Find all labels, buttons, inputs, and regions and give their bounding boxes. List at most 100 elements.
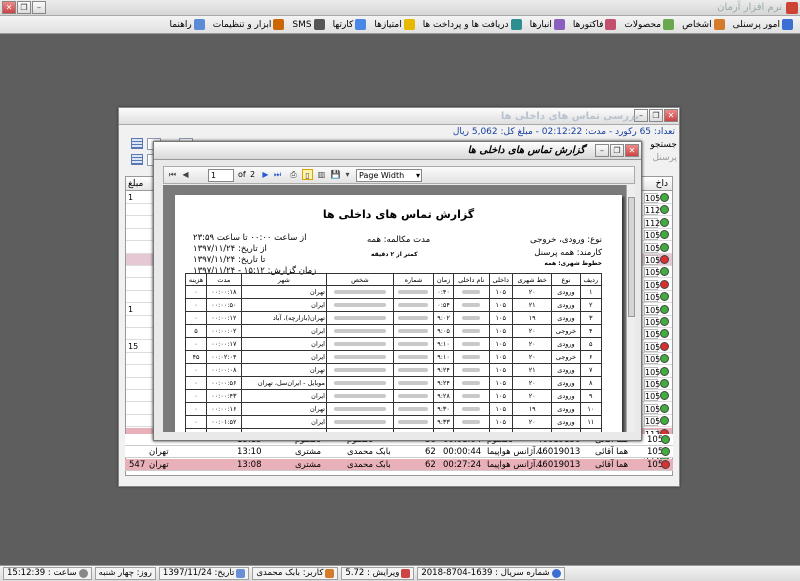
window-controls: ✕ ❐ – — [2, 1, 46, 14]
report-cell: ۰ — [184, 298, 208, 312]
report-cell: ۱۰۵ — [488, 311, 513, 325]
report-cell: ۰ — [184, 389, 208, 403]
status-bar: ساعت : 15:12:39 روز: چهار شنبه تاریخ: 13… — [0, 565, 800, 581]
report-cell: ۲۰ — [511, 285, 553, 299]
cell-type: مشتری — [295, 459, 322, 470]
menu-item-1[interactable]: اشخاص — [678, 17, 728, 33]
cell-name: آژانس هواپیما... — [487, 459, 544, 470]
status-user: کاربر: بابک محمدی — [252, 567, 339, 580]
menu-item-9[interactable]: ابزار و تنظیمات — [209, 17, 289, 33]
report-vertical-scrollbar[interactable] — [626, 185, 635, 432]
report-cell: ۰۰:۰۲:۰۴ — [206, 350, 242, 364]
cell-code: 62 — [425, 447, 436, 458]
form-close-button[interactable]: ✕ — [664, 109, 678, 122]
report-cell: ۰ — [184, 402, 208, 416]
cell-dur: 00:27:24 — [443, 459, 482, 470]
grid-export-icon[interactable] — [131, 154, 143, 165]
menu-item-label: ابزار و تنظیمات — [212, 19, 272, 30]
report-row: ۱۰ ورودی ۱۹ ۱۰۵ ۹:۳۰ تهران ۰۰:۰۰:۱۶ ۰ — [184, 402, 603, 416]
status-date: تاریخ: 1397/11/24 — [158, 567, 250, 580]
print-icon[interactable]: ⎙ — [288, 169, 299, 180]
col-ext-header[interactable]: داخ — [656, 179, 668, 189]
report-window-controls: – ❐ ✕ — [595, 144, 639, 157]
report-viewer[interactable]: گزارش تماس های داخلی ها از ساعت ۰۰:۰۰ تا… — [163, 185, 635, 432]
report-page: گزارش تماس های داخلی ها از ساعت ۰۰:۰۰ تا… — [175, 195, 622, 432]
menu-item-6[interactable]: امتیازها — [370, 17, 418, 33]
status-time-text: ساعت : 15:12:39 — [7, 568, 77, 578]
status-green-icon — [660, 379, 669, 388]
menu-item-5[interactable]: دریافت ها و پرداخت ها — [419, 17, 526, 33]
last-page-icon[interactable]: ⏭ — [272, 169, 283, 180]
status-green-icon — [660, 416, 669, 426]
report-cell: ورودی — [551, 376, 581, 390]
report-cell: ایران — [240, 298, 327, 312]
minimize-button[interactable]: – — [32, 1, 46, 14]
report-cell-redacted — [325, 298, 394, 312]
save-icon[interactable]: 💾 — [330, 169, 341, 180]
report-cell: ۰:۵۴ — [433, 298, 454, 312]
menu-item-10[interactable]: راهنما — [165, 17, 208, 33]
menu-item-icon — [273, 19, 285, 30]
save-dropdown-icon[interactable]: ▾ — [342, 169, 353, 180]
cell-time: 13:10 — [237, 447, 262, 458]
page-total: 2 — [250, 170, 256, 179]
menu-item-0[interactable]: امور پرسنلی — [729, 17, 797, 33]
menu-item-label: دریافت ها و پرداخت ها — [422, 19, 509, 30]
status-serial: شماره سریال : 1639-8704-2018 — [417, 567, 565, 580]
menu-item-3[interactable]: فاکتورها — [569, 17, 621, 33]
ext-number: 105 — [644, 193, 661, 203]
col-amount-header[interactable]: مبلغ — [128, 179, 143, 189]
menu-item-icon — [605, 19, 617, 30]
page-number-input[interactable]: 1 — [208, 169, 234, 182]
cell-caller: هما آقائی — [595, 459, 629, 470]
report-col-header: خط شهری — [511, 273, 553, 286]
menu-item-8[interactable]: SMS — [288, 17, 328, 33]
report-cell-redacted — [392, 337, 435, 351]
report-cell-redacted — [453, 376, 490, 390]
scrollbar-thumb[interactable] — [628, 197, 635, 317]
status-green-icon — [660, 230, 669, 240]
multi-page-icon[interactable]: ▥ — [316, 169, 327, 180]
grid-settings-icon[interactable] — [131, 138, 143, 149]
first-page-icon[interactable]: ⏮ — [167, 169, 178, 180]
report-cell: ۰۰:۰۰:۵۰ — [206, 298, 242, 312]
report-line-type: خطوط شهری: همه — [544, 260, 602, 267]
form-restore-button[interactable]: ❐ — [649, 109, 663, 122]
menu-item-4[interactable]: انبارها — [526, 17, 569, 33]
status-green-icon — [660, 317, 669, 326]
report-cell: ۳ — [579, 311, 603, 325]
menu-item-2[interactable]: محصولات — [620, 17, 678, 33]
report-cell-redacted — [453, 415, 490, 429]
report-cell-redacted — [453, 298, 490, 312]
report-cell: ایران — [240, 428, 327, 432]
cell-phone: 46019013 — [537, 459, 581, 470]
report-cell: ورودی — [551, 285, 581, 299]
menu-item-7[interactable]: کارتها — [329, 17, 371, 33]
table-row[interactable]: 547 تهران 13:08 مشتری بابک محمدی 62 00:27:24 آژ… — [125, 458, 673, 471]
zoom-select[interactable]: Page Width — [356, 169, 422, 182]
report-cell: ۱۰۵ — [488, 415, 513, 429]
report-minimize-button[interactable]: – — [595, 144, 609, 157]
report-cell: ورودی — [551, 311, 581, 325]
status-green-icon — [660, 304, 669, 314]
report-close-button[interactable]: ✕ — [625, 144, 639, 157]
ext-number: 105 — [644, 403, 661, 414]
ext-number: 105 — [644, 230, 661, 241]
report-cell-redacted — [325, 389, 394, 403]
single-page-icon[interactable]: ▯ — [302, 169, 313, 180]
status-day: روز: چهار شنبه — [94, 567, 156, 580]
table-row[interactable]: تهران 13:10 مشتری بابک محمدی 62 00:00:44 آژانس… — [125, 446, 673, 459]
prev-page-icon[interactable]: ◀ — [180, 169, 191, 180]
report-row: ۳ ورودی ۱۹ ۱۰۵ ۹:۰۲ تهران(بازارچه)، آباد ۰۰:۰۰… — [184, 311, 603, 325]
report-cell: ورودی — [551, 428, 581, 432]
report-cell-redacted — [325, 285, 394, 299]
report-restore-button[interactable]: ❐ — [610, 144, 624, 157]
report-cell: ۹:۵۱ — [433, 428, 454, 432]
close-button[interactable]: ✕ — [2, 1, 16, 14]
status-green-icon — [660, 366, 669, 376]
status-green-icon — [660, 329, 669, 339]
amount-cell: 1 — [128, 304, 134, 314]
next-page-icon[interactable]: ▶ — [260, 169, 271, 180]
report-cell: ۹:۱۰ — [433, 350, 454, 364]
restore-button[interactable]: ❐ — [17, 1, 31, 14]
